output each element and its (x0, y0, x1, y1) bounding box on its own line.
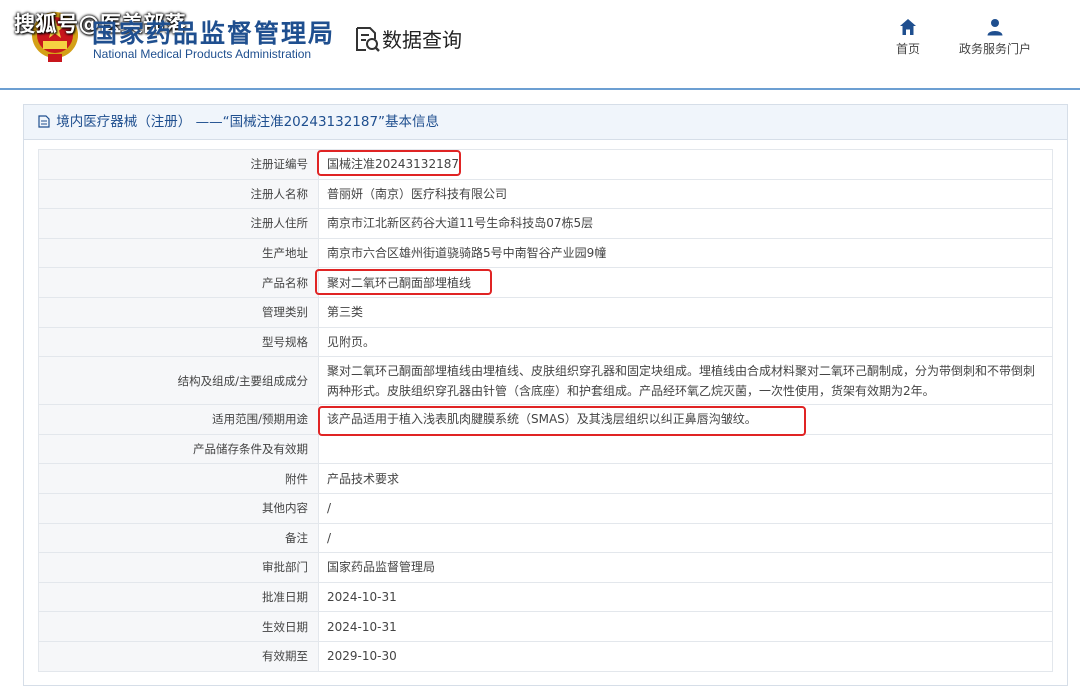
header-divider (0, 88, 1080, 90)
row-label: 产品名称 (38, 267, 319, 298)
data-query-icon (356, 27, 380, 52)
row-label: 生效日期 (38, 611, 319, 642)
table-row: 注册证编号 国械注准20243132187 (38, 149, 1053, 180)
row-value: 国家药品监督管理局 (318, 552, 1053, 583)
row-value: 聚对二氧环己酮面部埋植线由埋植线、皮肤组织穿孔器和固定块组成。埋植线由合成材料聚… (318, 356, 1053, 406)
row-value: 第三类 (318, 296, 1053, 328)
table-row: 型号规格 见附页。 (38, 326, 1053, 358)
table-row: 适用范围/预期用途 该产品适用于植入浅表肌肉腱膜系统（SMAS）及其浅层组织以纠正… (38, 404, 1053, 435)
table-row: 附件 产品技术要求 (38, 463, 1053, 494)
row-value: 产品技术要求 (318, 463, 1053, 494)
org-name-en: National Medical Products Administration (93, 47, 312, 61)
panel-title-text: 境内医疗器械（注册） ——“国械注准20243132187”基本信息 (56, 114, 440, 130)
table-row: 管理类别 第三类 (38, 296, 1053, 328)
row-label: 适用范围/预期用途 (38, 404, 319, 435)
registration-info-table: 注册证编号 国械注准20243132187 注册人名称 普丽妍（南京）医疗科技有限公… (38, 149, 1053, 672)
nav-portal-link[interactable]: 政务服务门户 (950, 18, 1040, 57)
user-icon (987, 19, 1003, 36)
table-row: 备注 / (38, 522, 1053, 554)
row-label: 批准日期 (38, 581, 319, 613)
row-value: 南京市六合区雄州街道骁骑路5号中南智谷产业园9幢 (318, 237, 1053, 269)
org-name-cn: 国家药品监督管理局 (92, 19, 336, 48)
table-row: 审批部门 国家药品监督管理局 (38, 552, 1053, 583)
table-row: 其他内容 / (38, 492, 1053, 524)
table-row: 注册人住所 南京市江北新区药谷大道11号生命科技岛07栋5层 (38, 208, 1053, 239)
table-row: 生效日期 2024-10-31 (38, 611, 1053, 642)
row-label: 附件 (38, 463, 319, 494)
home-icon (900, 19, 916, 35)
table-row: 生产地址 南京市六合区雄州街道骁骑路5号中南智谷产业园9幢 (38, 237, 1053, 269)
row-value: / (318, 492, 1053, 524)
panel-title: 境内医疗器械（注册） ——“国械注准20243132187”基本信息 (24, 105, 1067, 140)
site-header: 搜狐号@医美部落 国家药品监督管理局 National Medical Prod… (0, 0, 1080, 92)
row-value: 2024-10-31 (318, 581, 1053, 613)
table-row: 产品储存条件及有效期 (38, 433, 1053, 465)
row-value: 2024-10-31 (318, 611, 1053, 642)
row-value (318, 433, 1053, 465)
row-label: 注册人名称 (38, 178, 319, 210)
data-query-title: 数据查询 (382, 28, 462, 52)
row-label: 审批部门 (38, 552, 319, 583)
table-row: 有效期至 2029-10-30 (38, 640, 1053, 672)
row-label: 有效期至 (38, 640, 319, 672)
row-value: 国械注准20243132187 (318, 149, 1053, 180)
nav-home-link[interactable]: 首页 (888, 18, 928, 57)
row-value: 2029-10-30 (318, 640, 1053, 672)
row-label: 其他内容 (38, 492, 319, 524)
nav-home-label: 首页 (895, 42, 920, 56)
row-label: 型号规格 (38, 326, 319, 358)
row-value: 聚对二氧环己酮面部埋植线 (318, 267, 1053, 298)
row-value: / (318, 522, 1053, 554)
detail-panel: 境内医疗器械（注册） ——“国械注准20243132187”基本信息 注册证编号… (23, 104, 1068, 686)
row-label: 注册人住所 (38, 208, 319, 239)
row-label: 结构及组成/主要组成成分 (38, 356, 319, 406)
document-icon (38, 115, 50, 128)
row-label: 生产地址 (38, 237, 319, 269)
table-row: 批准日期 2024-10-31 (38, 581, 1053, 613)
row-value: 该产品适用于植入浅表肌肉腱膜系统（SMAS）及其浅层组织以纠正鼻唇沟皱纹。 (318, 404, 1053, 435)
row-value: 南京市江北新区药谷大道11号生命科技岛07栋5层 (318, 208, 1053, 239)
row-value: 见附页。 (318, 326, 1053, 358)
nav-portal-label: 政务服务门户 (958, 42, 1031, 56)
row-label: 备注 (38, 522, 319, 554)
row-label: 产品储存条件及有效期 (38, 433, 319, 465)
row-label: 注册证编号 (38, 149, 319, 180)
table-row: 注册人名称 普丽妍（南京）医疗科技有限公司 (38, 178, 1053, 210)
row-value: 普丽妍（南京）医疗科技有限公司 (318, 178, 1053, 210)
row-label: 管理类别 (38, 296, 319, 328)
table-row: 结构及组成/主要组成成分 聚对二氧环己酮面部埋植线由埋植线、皮肤组织穿孔器和固定块… (38, 356, 1053, 406)
table-row: 产品名称 聚对二氧环己酮面部埋植线 (38, 267, 1053, 298)
